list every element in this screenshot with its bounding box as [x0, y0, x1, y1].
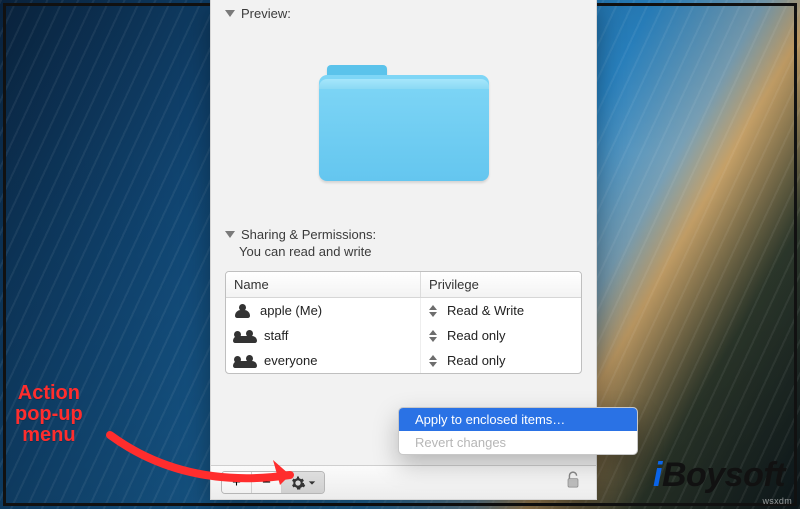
table-header: Name Privilege: [226, 272, 581, 298]
privilege-value: Read only: [447, 353, 506, 368]
col-name[interactable]: Name: [226, 272, 421, 297]
sharing-label: Sharing & Permissions:: [241, 227, 376, 242]
sharing-section-header[interactable]: Sharing & Permissions:: [211, 221, 596, 242]
stepper-arrows-icon[interactable]: [429, 330, 437, 342]
table-row[interactable]: everyone Read only: [226, 348, 581, 373]
permissions-table: Name Privilege apple (Me) Read & Write s…: [225, 271, 582, 374]
row-privilege[interactable]: Read only: [421, 348, 581, 373]
row-privilege[interactable]: Read & Write: [421, 298, 581, 323]
menu-item-apply-enclosed[interactable]: Apply to enclosed items…: [399, 408, 637, 431]
stage: Preview: Sharing & Permissions: You can …: [0, 0, 800, 509]
preview-label: Preview:: [241, 6, 291, 21]
preview-area: [211, 21, 596, 221]
watermark-rest: Boysoft: [662, 456, 785, 494]
disclosure-triangle-icon[interactable]: [225, 10, 235, 17]
user-name: staff: [264, 328, 288, 343]
menu-item-revert-changes: Revert changes: [399, 431, 637, 454]
watermark: iBoysoft: [653, 456, 785, 495]
row-name: everyone: [226, 348, 421, 373]
row-name: staff: [226, 323, 421, 348]
stepper-arrows-icon[interactable]: [429, 305, 437, 317]
group-icon: [234, 354, 256, 368]
annotation-label: Action pop-up menu: [15, 383, 83, 446]
privilege-value: Read only: [447, 328, 506, 343]
privilege-value: Read & Write: [447, 303, 524, 318]
row-name: apple (Me): [226, 298, 421, 323]
action-popup-menu: Apply to enclosed items… Revert changes: [398, 407, 638, 455]
col-privilege[interactable]: Privilege: [421, 272, 581, 297]
table-row[interactable]: apple (Me) Read & Write: [226, 298, 581, 323]
annotation-line: Action: [15, 383, 83, 404]
user-name: everyone: [264, 353, 317, 368]
disclosure-triangle-icon[interactable]: [225, 231, 235, 238]
watermark-i: i: [653, 456, 662, 494]
lock-icon[interactable]: [564, 470, 582, 495]
annotation-line: pop-up: [15, 404, 83, 425]
table-row[interactable]: staff Read only: [226, 323, 581, 348]
user-name: apple (Me): [260, 303, 322, 318]
group-icon: [234, 329, 256, 343]
person-icon: [234, 304, 252, 318]
stepper-arrows-icon[interactable]: [429, 355, 437, 367]
sharing-summary: You can read and write: [211, 242, 596, 267]
annotation-line: menu: [15, 425, 83, 446]
folder-icon: [319, 61, 489, 181]
row-privilege[interactable]: Read only: [421, 323, 581, 348]
annotation-arrow-icon: [105, 405, 325, 495]
corner-text: wsxdm: [762, 496, 792, 506]
preview-section-header[interactable]: Preview:: [211, 0, 596, 21]
